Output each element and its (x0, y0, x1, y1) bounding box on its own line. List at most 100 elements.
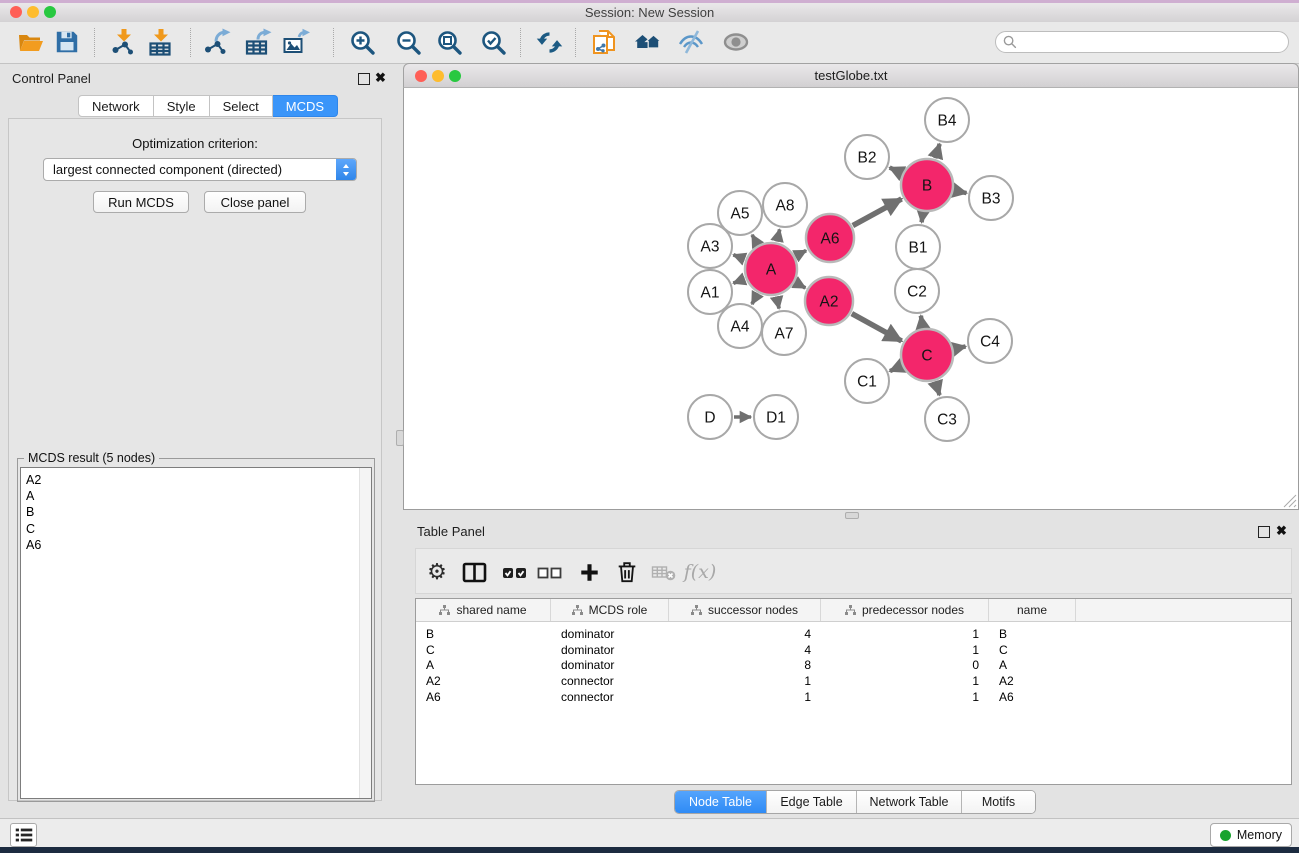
task-history-button[interactable] (10, 823, 37, 847)
tab-edge-table[interactable]: Edge Table (766, 791, 856, 813)
select-all-columns-button[interactable] (498, 556, 530, 588)
close-panel-icon[interactable]: ✖ (1276, 523, 1287, 539)
graph-edge-C-C1[interactable] (890, 366, 901, 371)
mcds-result-list[interactable]: A2ABCA6 (20, 467, 372, 799)
table-cell-successor_nodes[interactable]: 1 (669, 674, 821, 688)
graph-edge-A-A4[interactable] (752, 294, 758, 304)
graph-edge-B-B3[interactable] (954, 191, 966, 193)
splitter-handle[interactable] (396, 430, 404, 446)
column-header-predecessor-nodes[interactable]: predecessor nodes (821, 599, 989, 621)
table-cell-mcds_role[interactable]: connector (551, 690, 669, 704)
export-image-button[interactable] (280, 26, 312, 58)
table-cell-name[interactable]: A2 (989, 674, 1076, 688)
import-table-button[interactable] (144, 26, 176, 58)
mcds-result-item[interactable]: C (21, 521, 371, 537)
network-canvas[interactable]: AA1A3A5A8A4A7A6A2BB1B2B3B4CC1C2C3C4DD1 (403, 88, 1299, 510)
graph-edge-B-B1[interactable] (922, 213, 923, 223)
graph-edge-A-A6[interactable] (796, 251, 806, 256)
tab-network[interactable]: Network (78, 95, 154, 117)
mcds-result-item[interactable]: A (21, 488, 371, 504)
deselect-all-columns-button[interactable] (533, 556, 565, 588)
copy-network-view-button[interactable] (588, 26, 620, 58)
table-cell-shared_name[interactable]: A6 (416, 690, 551, 704)
table-row[interactable]: Bdominator41B (416, 626, 1291, 642)
table-cell-successor_nodes[interactable]: 8 (669, 658, 821, 672)
table-row[interactable]: Cdominator41C (416, 642, 1291, 658)
resize-grip-icon[interactable] (1283, 494, 1297, 508)
memory-button[interactable]: Memory (1210, 823, 1292, 847)
mcds-result-item[interactable]: A6 (21, 537, 371, 553)
zoom-out-button[interactable] (392, 26, 424, 58)
tab-node-table[interactable]: Node Table (675, 791, 766, 813)
table-cell-shared_name[interactable]: B (416, 627, 551, 641)
function-builder-button[interactable]: f(x) (684, 556, 716, 588)
delete-table-button[interactable] (647, 556, 679, 588)
tab-network-table[interactable]: Network Table (856, 791, 961, 813)
import-network-button[interactable] (107, 26, 139, 58)
mcds-result-item[interactable]: A2 (21, 472, 371, 488)
table-cell-predecessor_nodes[interactable]: 1 (821, 690, 989, 704)
graph-edge-A-A3[interactable] (733, 255, 744, 259)
save-session-button[interactable] (51, 26, 83, 58)
table-cell-mcds_role[interactable]: dominator (551, 643, 669, 657)
table-cell-predecessor_nodes[interactable]: 1 (821, 674, 989, 688)
graph-edge-A-A2[interactable] (796, 283, 806, 288)
delete-column-button[interactable] (611, 556, 643, 588)
table-cell-name[interactable]: C (989, 643, 1076, 657)
graph-edge-A-A7[interactable] (777, 296, 779, 308)
table-row[interactable]: A2connector11A2 (416, 673, 1291, 689)
hide-panels-button[interactable] (675, 26, 707, 58)
graph-edge-C-C4[interactable] (954, 346, 965, 349)
table-cell-shared_name[interactable]: A2 (416, 674, 551, 688)
table-row[interactable]: A6connector11A6 (416, 689, 1291, 705)
table-cell-predecessor_nodes[interactable]: 0 (821, 658, 989, 672)
refresh-button[interactable] (533, 26, 565, 58)
column-header-mcds-role[interactable]: MCDS role (551, 599, 669, 621)
close-panel-icon[interactable]: ✖ (375, 70, 386, 86)
graph-edge-B-B4[interactable] (935, 144, 939, 158)
graph-edge-B-B2[interactable] (890, 168, 902, 174)
float-panel-icon[interactable] (1258, 526, 1270, 538)
criterion-dropdown[interactable]: largest connected component (directed) (43, 158, 357, 181)
graph-edge-A-A1[interactable] (733, 279, 744, 283)
tab-select[interactable]: Select (210, 95, 273, 117)
table-cell-mcds_role[interactable]: dominator (551, 627, 669, 641)
graph-edge-C-C2[interactable] (921, 316, 923, 328)
zoom-selected-button[interactable] (477, 26, 509, 58)
float-panel-icon[interactable] (358, 73, 370, 85)
table-cell-shared_name[interactable]: C (416, 643, 551, 657)
table-cell-name[interactable]: A6 (989, 690, 1076, 704)
table-row[interactable]: Adominator80A (416, 658, 1291, 674)
show-graphics-details-button[interactable] (720, 26, 752, 58)
add-column-button[interactable] (573, 556, 605, 588)
close-panel-button[interactable]: Close panel (204, 191, 306, 213)
run-mcds-button[interactable]: Run MCDS (93, 191, 189, 213)
table-cell-successor_nodes[interactable]: 4 (669, 643, 821, 657)
table-cell-name[interactable]: A (989, 658, 1076, 672)
graph-edge-A2-C[interactable] (852, 314, 902, 341)
table-cell-successor_nodes[interactable]: 4 (669, 627, 821, 641)
home-button[interactable] (632, 26, 664, 58)
open-session-button[interactable] (15, 26, 47, 58)
column-header-successor-nodes[interactable]: successor nodes (669, 599, 821, 621)
zoom-fit-button[interactable] (433, 26, 465, 58)
table-cell-mcds_role[interactable]: dominator (551, 658, 669, 672)
network-window-titlebar[interactable]: testGlobe.txt (403, 63, 1299, 88)
export-table-button[interactable] (242, 26, 274, 58)
table-cell-shared_name[interactable]: A (416, 658, 551, 672)
table-cell-predecessor_nodes[interactable]: 1 (821, 627, 989, 641)
column-header-name[interactable]: name (989, 599, 1076, 621)
tab-motifs[interactable]: Motifs (961, 791, 1035, 813)
graph-edge-A6-B[interactable] (853, 199, 902, 226)
table-cell-predecessor_nodes[interactable]: 1 (821, 643, 989, 657)
table-cell-successor_nodes[interactable]: 1 (669, 690, 821, 704)
search-input[interactable] (1021, 34, 1288, 50)
tab-mcds[interactable]: MCDS (273, 95, 338, 117)
app-titlebar[interactable]: Session: New Session (0, 3, 1299, 23)
table-options-button[interactable]: ⚙ (421, 556, 453, 588)
zoom-in-button[interactable] (346, 26, 378, 58)
export-network-button[interactable] (201, 26, 233, 58)
scrollbar[interactable] (359, 468, 371, 798)
show-columns-button[interactable] (458, 556, 490, 588)
table-cell-mcds_role[interactable]: connector (551, 674, 669, 688)
